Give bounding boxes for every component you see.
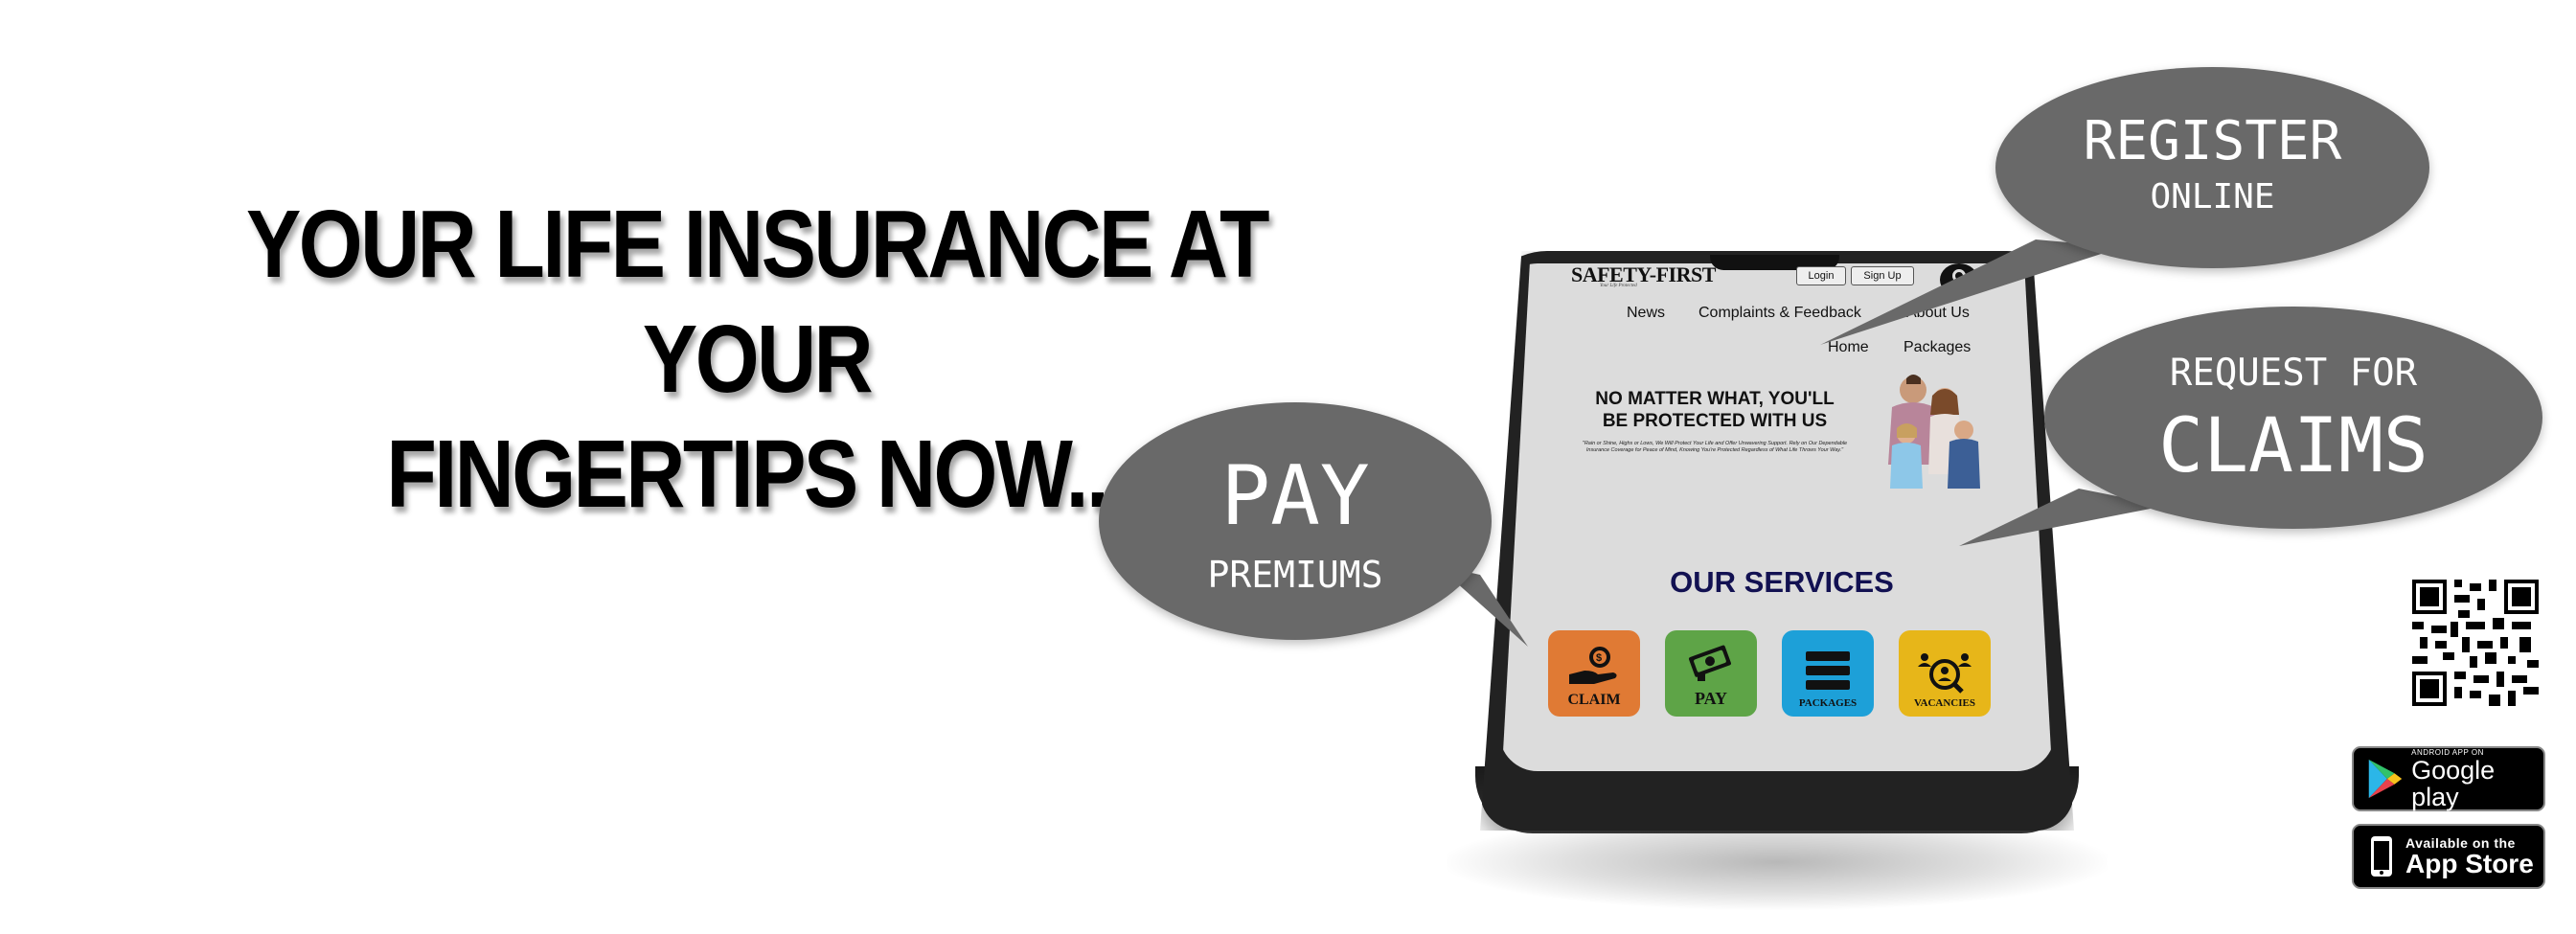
user-avatar-icon[interactable] [1940, 263, 1978, 296]
money-stack-icon [1688, 645, 1731, 681]
claims-bubble-subtitle: CLAIMS [2158, 403, 2428, 490]
qr-code[interactable] [2412, 580, 2539, 706]
svg-text:$: $ [1596, 652, 1602, 664]
iphone-icon [2371, 836, 2392, 877]
hero-title: NO MATTER WHAT, YOU'LL BE PROTECTED WITH… [1571, 388, 1858, 432]
service-vacancies-button[interactable]: VACANCIES [1899, 630, 1991, 717]
services-title: OUR SERVICES [1670, 565, 1894, 599]
google-play-icon [2368, 759, 2403, 799]
nav-about-us[interactable]: About Us [1906, 305, 1970, 322]
google-play-big-text: Google play [2411, 755, 2496, 811]
pay-bubble-title: PAY [1220, 448, 1370, 544]
app-store-big-text: App Store [2405, 849, 2534, 878]
service-claim-label: CLAIM [1567, 692, 1621, 708]
nav-complaints-feedback[interactable]: Complaints & Feedback [1698, 305, 1861, 322]
register-bubble-subtitle: ONLINE [2150, 177, 2275, 216]
hand-coin-icon: $ [1569, 647, 1617, 684]
service-claim-button[interactable]: $ CLAIM [1548, 630, 1640, 717]
brand-logo[interactable]: SAFETY-FIRST [1571, 262, 1716, 287]
family-photo [1854, 369, 1997, 493]
headline-line-1: YOUR LIFE INSURANCE AT YOUR [245, 191, 1270, 413]
people-search-icon [1918, 653, 1972, 694]
app-store-badge[interactable]: Available on the App Store [2352, 824, 2545, 889]
service-packages-button[interactable]: PACKAGES [1782, 630, 1874, 717]
brand-tagline: Your Life Protected [1600, 284, 1637, 288]
login-button[interactable]: Login [1796, 266, 1846, 285]
nav-news[interactable]: News [1627, 305, 1665, 322]
service-packages-label: PACKAGES [1798, 697, 1858, 709]
nav-packages[interactable]: Packages [1904, 339, 1971, 356]
google-play-badge[interactable]: ANDROID APP ON Google play [2352, 746, 2545, 811]
claims-bubble-title: REQUEST FOR [2169, 352, 2418, 395]
hero-title-line-1: NO MATTER WHAT, YOU'LL [1595, 389, 1835, 409]
pay-bubble-subtitle: PREMIUMS [1207, 554, 1383, 596]
hero-subtext: "Rain or Shine, Highs or Lows, We Will P… [1582, 441, 1848, 453]
service-pay-label: PAY [1694, 689, 1727, 708]
nav-home[interactable]: Home [1828, 339, 1869, 356]
menu-icon [1806, 651, 1850, 690]
service-pay-button[interactable]: PAY [1665, 630, 1757, 717]
hero-title-line-2: BE PROTECTED WITH US [1602, 411, 1828, 431]
signup-button[interactable]: Sign Up [1851, 266, 1914, 285]
service-vacancies-label: VACANCIES [1914, 697, 1975, 709]
register-bubble-title: REGISTER [2083, 110, 2342, 172]
